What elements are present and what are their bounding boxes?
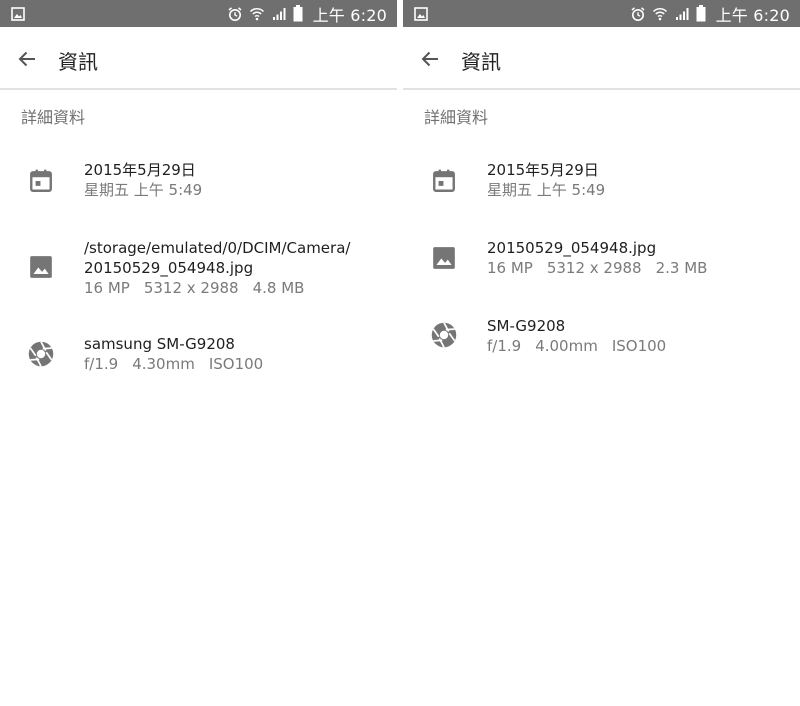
status-time: 上午 6:20 (312, 5, 387, 25)
section-title: 詳細資料 (424, 108, 489, 127)
file-details: 16 MP 5312 x 2988 2.3 MB (487, 258, 796, 279)
signal-icon (674, 6, 690, 22)
app-bar: 資訊 (0, 27, 397, 90)
aperture-icon (429, 320, 459, 350)
battery-icon (696, 5, 706, 22)
page-title: 資訊 (461, 50, 501, 74)
iso-value: ISO100 (611, 337, 667, 355)
date-secondary: 星期五 上午 5:49 (487, 181, 606, 199)
status-time: 上午 6:20 (715, 5, 790, 25)
megapixels: 16 MP (84, 279, 130, 297)
file-text: 20150529_054948.jpg 16 MP 5312 x 2988 2.3 … (487, 238, 796, 279)
signal-icon (271, 6, 287, 22)
date-primary: 2015年5月29日 (84, 161, 196, 179)
camera-details: f/1.9 4.00mm ISO100 (487, 336, 796, 357)
iso-value: ISO100 (208, 355, 264, 373)
resolution: 5312 x 2988 (143, 279, 239, 297)
back-button[interactable] (417, 46, 443, 72)
camera-details: f/1.9 4.30mm ISO100 (84, 354, 393, 375)
aperture-value: f/1.9 (84, 355, 119, 373)
wifi-icon (652, 6, 668, 22)
status-bar: 上午 6:20 (403, 0, 800, 27)
date-secondary: 星期五 上午 5:49 (84, 181, 203, 199)
file-path-line-2: 20150529_054948.jpg (84, 259, 254, 277)
file-text: /storage/emulated/0/DCIM/Camera/ 2015052… (84, 238, 393, 299)
calendar-icon (26, 166, 56, 196)
resolution: 5312 x 2988 (546, 259, 642, 277)
back-button[interactable] (14, 46, 40, 72)
wifi-icon (249, 6, 265, 22)
camera-model: SM-G9208 (487, 317, 566, 335)
file-size: 4.8 MB (252, 279, 305, 297)
right-screen: 上午 6:20 資訊 詳細資料 2015年5月29日 星期五 上午 5:49 2… (403, 0, 800, 706)
focal-length: 4.00mm (535, 337, 598, 355)
image-icon (429, 243, 459, 273)
back-arrow-icon (421, 51, 438, 67)
battery-icon (293, 5, 303, 22)
gallery-notification-icon (11, 6, 25, 25)
file-path-line-1: /storage/emulated/0/DCIM/Camera/ (84, 239, 351, 257)
image-icon (26, 252, 56, 282)
megapixels: 16 MP (487, 259, 533, 277)
aperture-value: f/1.9 (487, 337, 522, 355)
calendar-icon (429, 166, 459, 196)
file-name: 20150529_054948.jpg (487, 239, 657, 257)
date-primary: 2015年5月29日 (487, 161, 599, 179)
left-screen: 上午 6:20 資訊 詳細資料 2015年5月29日 星期五 上午 5:49 /… (0, 0, 397, 706)
file-size: 2.3 MB (655, 259, 708, 277)
back-arrow-icon (18, 51, 35, 67)
date-text: 2015年5月29日 星期五 上午 5:49 (84, 160, 393, 201)
date-text: 2015年5月29日 星期五 上午 5:49 (487, 160, 796, 201)
camera-model: samsung SM-G9208 (84, 335, 235, 353)
camera-text: samsung SM-G9208 f/1.9 4.30mm ISO100 (84, 334, 393, 375)
page-title: 資訊 (58, 50, 98, 74)
file-details: 16 MP 5312 x 2988 4.8 MB (84, 278, 393, 299)
alarm-icon (227, 6, 243, 22)
alarm-icon (630, 6, 646, 22)
focal-length: 4.30mm (132, 355, 195, 373)
status-bar: 上午 6:20 (0, 0, 397, 27)
app-bar: 資訊 (403, 27, 800, 90)
camera-text: SM-G9208 f/1.9 4.00mm ISO100 (487, 316, 796, 357)
gallery-notification-icon (414, 6, 428, 25)
section-title: 詳細資料 (21, 108, 86, 127)
aperture-icon (26, 339, 56, 369)
